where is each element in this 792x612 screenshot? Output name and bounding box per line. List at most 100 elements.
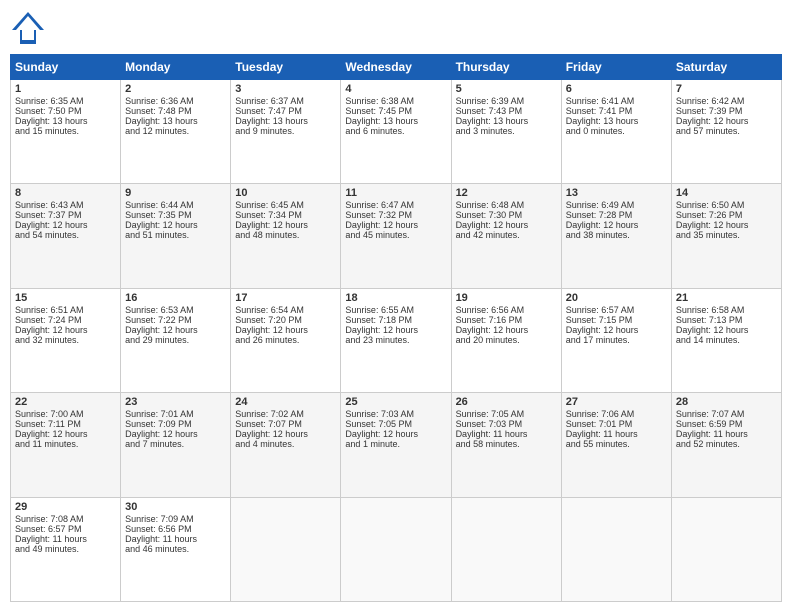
day-info-line: Sunrise: 6:45 AM bbox=[235, 200, 336, 210]
day-info-line: Sunset: 7:01 PM bbox=[566, 419, 667, 429]
day-header: Thursday bbox=[451, 55, 561, 80]
day-number: 1 bbox=[15, 83, 116, 95]
day-number: 30 bbox=[125, 501, 226, 513]
day-info-line: Sunrise: 6:37 AM bbox=[235, 96, 336, 106]
day-header: Friday bbox=[561, 55, 671, 80]
day-info-line: and 58 minutes. bbox=[456, 439, 557, 449]
day-info-line: Sunrise: 7:00 AM bbox=[15, 409, 116, 419]
day-info-line: Sunrise: 7:09 AM bbox=[125, 514, 226, 524]
day-info-line: Sunrise: 6:48 AM bbox=[456, 200, 557, 210]
day-info-line: Sunrise: 6:42 AM bbox=[676, 96, 777, 106]
day-number: 11 bbox=[345, 187, 446, 199]
day-info-line: and 38 minutes. bbox=[566, 230, 667, 240]
day-info-line: Sunset: 7:11 PM bbox=[15, 419, 116, 429]
day-info-line: Sunset: 6:59 PM bbox=[676, 419, 777, 429]
day-info-line: Sunset: 7:03 PM bbox=[456, 419, 557, 429]
day-info-line: Sunset: 7:07 PM bbox=[235, 419, 336, 429]
calendar-week-row: 8Sunrise: 6:43 AMSunset: 7:37 PMDaylight… bbox=[11, 184, 782, 288]
calendar-cell bbox=[341, 497, 451, 601]
day-info-line: Sunrise: 6:50 AM bbox=[676, 200, 777, 210]
day-number: 18 bbox=[345, 292, 446, 304]
day-info-line: and 26 minutes. bbox=[235, 335, 336, 345]
day-info-line: and 20 minutes. bbox=[456, 335, 557, 345]
day-info-line: Daylight: 11 hours bbox=[676, 429, 777, 439]
day-info-line: Sunrise: 7:07 AM bbox=[676, 409, 777, 419]
day-info-line: Sunset: 7:43 PM bbox=[456, 106, 557, 116]
day-info-line: Daylight: 11 hours bbox=[456, 429, 557, 439]
day-info-line: Daylight: 12 hours bbox=[125, 220, 226, 230]
day-info-line: Daylight: 12 hours bbox=[235, 325, 336, 335]
day-info-line: and 4 minutes. bbox=[235, 439, 336, 449]
day-info-line: Sunrise: 7:02 AM bbox=[235, 409, 336, 419]
day-info-line: and 3 minutes. bbox=[456, 126, 557, 136]
day-info-line: and 14 minutes. bbox=[676, 335, 777, 345]
day-number: 12 bbox=[456, 187, 557, 199]
day-info-line: and 48 minutes. bbox=[235, 230, 336, 240]
calendar-week-row: 22Sunrise: 7:00 AMSunset: 7:11 PMDayligh… bbox=[11, 393, 782, 497]
calendar-cell bbox=[451, 497, 561, 601]
page: SundayMondayTuesdayWednesdayThursdayFrid… bbox=[0, 0, 792, 612]
calendar-body: 1Sunrise: 6:35 AMSunset: 7:50 PMDaylight… bbox=[11, 80, 782, 602]
calendar-header-row: SundayMondayTuesdayWednesdayThursdayFrid… bbox=[11, 55, 782, 80]
day-info-line: Sunset: 7:50 PM bbox=[15, 106, 116, 116]
calendar-cell bbox=[671, 497, 781, 601]
calendar-cell: 7Sunrise: 6:42 AMSunset: 7:39 PMDaylight… bbox=[671, 80, 781, 184]
day-number: 22 bbox=[15, 396, 116, 408]
day-info-line: and 15 minutes. bbox=[15, 126, 116, 136]
day-info-line: Sunset: 7:18 PM bbox=[345, 315, 446, 325]
day-info-line: Sunset: 7:48 PM bbox=[125, 106, 226, 116]
day-info-line: Sunset: 7:05 PM bbox=[345, 419, 446, 429]
day-number: 5 bbox=[456, 83, 557, 95]
day-info-line: Daylight: 12 hours bbox=[15, 220, 116, 230]
day-info-line: Sunset: 7:22 PM bbox=[125, 315, 226, 325]
calendar-cell bbox=[561, 497, 671, 601]
calendar-cell: 3Sunrise: 6:37 AMSunset: 7:47 PMDaylight… bbox=[231, 80, 341, 184]
day-number: 24 bbox=[235, 396, 336, 408]
day-info-line: and 32 minutes. bbox=[15, 335, 116, 345]
day-info-line: Sunrise: 6:44 AM bbox=[125, 200, 226, 210]
day-info-line: and 52 minutes. bbox=[676, 439, 777, 449]
day-info-line: Daylight: 12 hours bbox=[235, 220, 336, 230]
day-info-line: Daylight: 12 hours bbox=[566, 220, 667, 230]
day-number: 10 bbox=[235, 187, 336, 199]
calendar-cell: 20Sunrise: 6:57 AMSunset: 7:15 PMDayligh… bbox=[561, 288, 671, 392]
day-info-line: and 51 minutes. bbox=[125, 230, 226, 240]
day-number: 15 bbox=[15, 292, 116, 304]
day-info-line: Daylight: 11 hours bbox=[566, 429, 667, 439]
day-info-line: Sunset: 7:39 PM bbox=[676, 106, 777, 116]
calendar-cell: 1Sunrise: 6:35 AMSunset: 7:50 PMDaylight… bbox=[11, 80, 121, 184]
calendar-table: SundayMondayTuesdayWednesdayThursdayFrid… bbox=[10, 54, 782, 602]
day-number: 19 bbox=[456, 292, 557, 304]
day-number: 27 bbox=[566, 396, 667, 408]
day-info-line: Sunset: 7:24 PM bbox=[15, 315, 116, 325]
day-info-line: Daylight: 12 hours bbox=[456, 220, 557, 230]
day-number: 9 bbox=[125, 187, 226, 199]
logo-icon bbox=[10, 10, 46, 46]
day-info-line: and 23 minutes. bbox=[345, 335, 446, 345]
day-info-line: Sunrise: 7:08 AM bbox=[15, 514, 116, 524]
day-info-line: Daylight: 12 hours bbox=[345, 325, 446, 335]
day-info-line: Daylight: 12 hours bbox=[235, 429, 336, 439]
day-number: 23 bbox=[125, 396, 226, 408]
day-info-line: and 12 minutes. bbox=[125, 126, 226, 136]
calendar-cell bbox=[231, 497, 341, 601]
calendar-cell: 27Sunrise: 7:06 AMSunset: 7:01 PMDayligh… bbox=[561, 393, 671, 497]
day-info-line: Sunset: 7:15 PM bbox=[566, 315, 667, 325]
day-info-line: Daylight: 12 hours bbox=[676, 220, 777, 230]
calendar-cell: 10Sunrise: 6:45 AMSunset: 7:34 PMDayligh… bbox=[231, 184, 341, 288]
day-info-line: Sunrise: 7:05 AM bbox=[456, 409, 557, 419]
day-info-line: Sunrise: 7:01 AM bbox=[125, 409, 226, 419]
day-info-line: Daylight: 12 hours bbox=[15, 429, 116, 439]
day-info-line: Sunset: 7:37 PM bbox=[15, 210, 116, 220]
day-info-line: and 57 minutes. bbox=[676, 126, 777, 136]
day-info-line: and 45 minutes. bbox=[345, 230, 446, 240]
day-info-line: Sunset: 7:35 PM bbox=[125, 210, 226, 220]
day-info-line: Sunset: 7:30 PM bbox=[456, 210, 557, 220]
header bbox=[10, 10, 782, 46]
day-info-line: Sunrise: 6:55 AM bbox=[345, 305, 446, 315]
calendar-cell: 25Sunrise: 7:03 AMSunset: 7:05 PMDayligh… bbox=[341, 393, 451, 497]
day-info-line: and 6 minutes. bbox=[345, 126, 446, 136]
day-info-line: Sunset: 6:57 PM bbox=[15, 524, 116, 534]
calendar-cell: 24Sunrise: 7:02 AMSunset: 7:07 PMDayligh… bbox=[231, 393, 341, 497]
day-info-line: and 42 minutes. bbox=[456, 230, 557, 240]
